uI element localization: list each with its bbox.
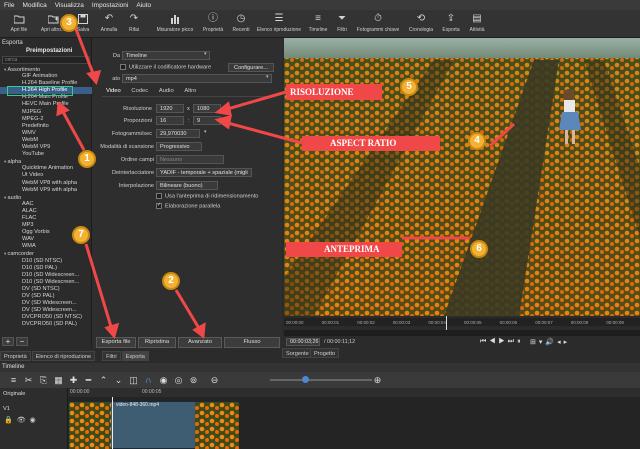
annotation-arrows xyxy=(56,23,516,340)
badge-2: 2 xyxy=(162,272,180,290)
badge-6: 6 xyxy=(470,240,488,258)
badge-3: 3 xyxy=(60,14,78,32)
badge-4: 4 xyxy=(468,132,486,150)
badge-7: 7 xyxy=(72,226,90,244)
badge-1: 1 xyxy=(78,150,96,168)
badge-5: 5 xyxy=(400,78,418,96)
